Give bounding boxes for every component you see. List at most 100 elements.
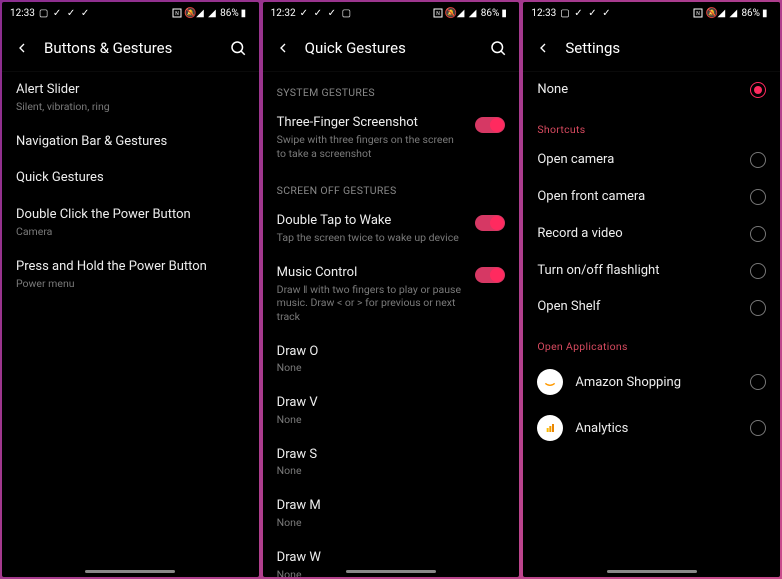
item-alert-slider[interactable]: Alert SliderSilent, vibration, ring: [2, 72, 259, 124]
wifi-icon: ◢: [457, 8, 467, 18]
radio[interactable]: [750, 263, 766, 279]
check-icon: ✓: [300, 8, 310, 18]
item-double-tap-wake[interactable]: Double Tap to WakeTap the screen twice t…: [263, 203, 520, 255]
app-icon: [537, 415, 563, 441]
item-title: Draw O: [277, 344, 506, 361]
title-bar: Settings: [523, 24, 780, 72]
check-icon: ✓: [53, 8, 63, 18]
item-title: Draw S: [277, 447, 506, 464]
item-double-click-power[interactable]: Double Click the Power ButtonCamera: [2, 197, 259, 249]
item-draw-o[interactable]: Draw ONone: [263, 334, 520, 386]
app-icon: [537, 369, 563, 395]
item-title: Draw W: [277, 550, 506, 567]
status-time: 12:33: [531, 8, 556, 19]
toggle-switch[interactable]: [475, 117, 505, 133]
signal-icon: ◢: [208, 8, 218, 18]
item-sub: Swipe with three fingers on the screen t…: [277, 133, 466, 160]
search-icon[interactable]: [229, 39, 247, 57]
item-draw-s[interactable]: Draw SNone: [263, 437, 520, 489]
content: Alert SliderSilent, vibration, ring Navi…: [2, 72, 259, 577]
mute-icon: 🔕: [445, 8, 455, 18]
svg-text:N: N: [436, 11, 440, 17]
item-title: Three-Finger Screenshot: [277, 115, 466, 132]
section-shortcuts: Shortcuts: [523, 109, 780, 142]
title-bar: Buttons & Gestures: [2, 24, 259, 72]
battery-percent: 86%: [741, 8, 760, 19]
item-title: Press and Hold the Power Button: [16, 259, 245, 276]
back-icon[interactable]: [14, 40, 30, 56]
check-icon: ✓: [588, 8, 598, 18]
back-icon[interactable]: [275, 40, 291, 56]
svg-text:N: N: [697, 11, 701, 17]
radio[interactable]: [750, 152, 766, 168]
radio[interactable]: [750, 189, 766, 205]
status-time: 12:33: [10, 8, 35, 19]
check-icon: ✓: [574, 8, 584, 18]
image-icon: ▢: [342, 8, 352, 18]
item-open-front-camera[interactable]: Open front camera: [523, 179, 780, 216]
app-amazon[interactable]: Amazon Shopping: [523, 359, 780, 405]
nav-handle[interactable]: [85, 570, 175, 573]
section-system-gestures: SYSTEM GESTURES: [263, 72, 520, 105]
item-flashlight[interactable]: Turn on/off flashlight: [523, 253, 780, 290]
item-title: Quick Gestures: [16, 170, 245, 187]
app-analytics[interactable]: Analytics: [523, 405, 780, 451]
item-title: Alert Slider: [16, 82, 245, 99]
search-icon[interactable]: [489, 39, 507, 57]
item-three-finger-screenshot[interactable]: Three-Finger ScreenshotSwipe with three …: [263, 105, 520, 170]
item-hold-power[interactable]: Press and Hold the Power ButtonPower men…: [2, 249, 259, 301]
back-icon[interactable]: [535, 40, 551, 56]
item-sub: None: [277, 413, 506, 427]
item-open-camera[interactable]: Open camera: [523, 142, 780, 179]
image-icon: ▢: [39, 8, 49, 18]
radio[interactable]: [750, 300, 766, 316]
page-title: Quick Gestures: [305, 39, 476, 57]
item-sub: None: [277, 361, 506, 375]
radio[interactable]: [750, 420, 766, 436]
item-title: Draw V: [277, 395, 506, 412]
item-sub: Tap the screen twice to wake up device: [277, 231, 466, 245]
check-icon: ✓: [81, 8, 91, 18]
section-open-apps: Open Applications: [523, 326, 780, 359]
item-title: Open camera: [537, 152, 740, 169]
radio[interactable]: [750, 226, 766, 242]
nfc-icon: N: [433, 8, 443, 18]
mute-icon: 🔕: [705, 8, 715, 18]
signal-icon: ◢: [729, 8, 739, 18]
radio[interactable]: [750, 374, 766, 390]
app-label: Analytics: [575, 421, 738, 436]
screen-settings: 12:33 ▢ ✓ ✓ ✓ N 🔕 ◢ ◢ 86% ▮ Settings Non…: [523, 2, 780, 577]
content: SYSTEM GESTURES Three-Finger ScreenshotS…: [263, 72, 520, 577]
page-title: Settings: [565, 39, 768, 57]
item-title: Record a video: [537, 226, 740, 243]
app-label: Amazon Shopping: [575, 375, 738, 390]
status-bar: 12:33 ▢ ✓ ✓ ✓ N 🔕 ◢ ◢ 86% ▮: [523, 2, 780, 24]
item-open-shelf[interactable]: Open Shelf: [523, 289, 780, 326]
item-none[interactable]: None: [523, 72, 780, 109]
content: None Shortcuts Open camera Open front ca…: [523, 72, 780, 577]
item-draw-v[interactable]: Draw VNone: [263, 385, 520, 437]
item-sub: Power menu: [16, 277, 245, 291]
check-icon: ✓: [67, 8, 77, 18]
nav-handle[interactable]: [346, 570, 436, 573]
screen-quick-gestures: 12:32 ✓ ✓ ✓ ▢ N 🔕 ◢ ◢ 86% ▮ Quick Gestur…: [263, 2, 520, 577]
radio-selected[interactable]: [750, 82, 766, 98]
toggle-switch[interactable]: [475, 267, 505, 283]
battery-percent: 86%: [220, 8, 239, 19]
item-title: Turn on/off flashlight: [537, 263, 740, 280]
signal-icon: ◢: [469, 8, 479, 18]
item-draw-m[interactable]: Draw MNone: [263, 488, 520, 540]
nfc-icon: N: [693, 8, 703, 18]
item-record-video[interactable]: Record a video: [523, 216, 780, 253]
status-time: 12:32: [271, 8, 296, 19]
mute-icon: 🔕: [184, 8, 194, 18]
item-music-control[interactable]: Music ControlDraw ‖ with two fingers to …: [263, 255, 520, 334]
nav-handle[interactable]: [607, 570, 697, 573]
item-sub: Silent, vibration, ring: [16, 100, 245, 114]
toggle-switch[interactable]: [475, 215, 505, 231]
battery-icon: ▮: [241, 8, 251, 18]
item-quick-gestures[interactable]: Quick Gestures: [2, 160, 259, 197]
item-nav-bar[interactable]: Navigation Bar & Gestures: [2, 124, 259, 161]
item-sub: None: [277, 516, 506, 530]
screen-buttons-gestures: 12:33 ▢ ✓ ✓ ✓ N 🔕 ◢ ◢ 86% ▮ Buttons & Ge…: [2, 2, 259, 577]
